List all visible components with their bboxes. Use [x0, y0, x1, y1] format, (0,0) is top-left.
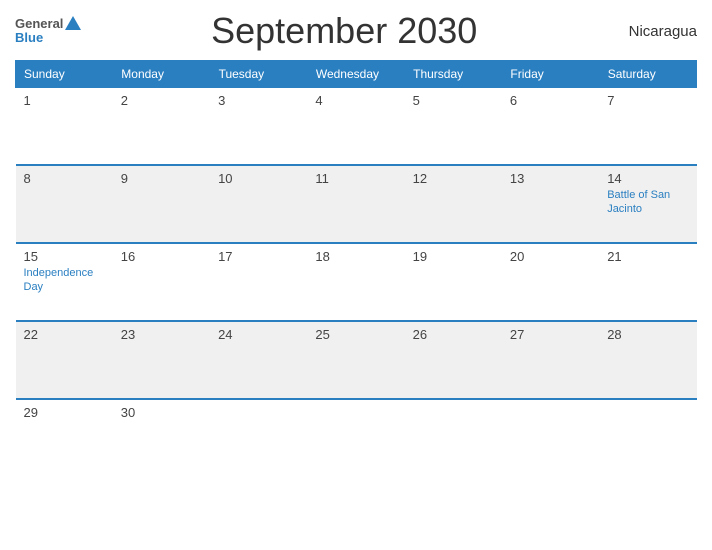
calendar-day-cell: 22: [16, 321, 113, 399]
calendar-day-cell: 26: [405, 321, 502, 399]
calendar-day-cell: [307, 399, 404, 477]
day-number: 23: [121, 327, 202, 342]
day-number: 1: [24, 93, 105, 108]
logo-general-text: General: [15, 17, 63, 31]
calendar-day-cell: 29: [16, 399, 113, 477]
day-number: 2: [121, 93, 202, 108]
calendar-day-cell: 30: [113, 399, 210, 477]
calendar-day-cell: 24: [210, 321, 307, 399]
calendar-grid: Sunday Monday Tuesday Wednesday Thursday…: [15, 60, 697, 477]
calendar-day-cell: 8: [16, 165, 113, 243]
day-number: 12: [413, 171, 494, 186]
col-thursday: Thursday: [405, 61, 502, 87]
day-number: 8: [24, 171, 105, 186]
day-number: 10: [218, 171, 299, 186]
calendar-week-row: 29 30: [16, 399, 697, 477]
day-number: 14: [607, 171, 688, 186]
calendar-week-row: 1 2 3 4 5 6 7: [16, 87, 697, 165]
calendar-day-cell: 21: [599, 243, 696, 321]
day-number: 6: [510, 93, 591, 108]
day-event: Independence Day: [24, 266, 105, 295]
calendar-day-cell: 16: [113, 243, 210, 321]
day-number: 16: [121, 249, 202, 264]
calendar-day-cell: 15 Independence Day: [16, 243, 113, 321]
calendar-week-row: 22 23 24 25 26 27 28: [16, 321, 697, 399]
day-number: 24: [218, 327, 299, 342]
calendar-day-cell: 20: [502, 243, 599, 321]
day-number: 3: [218, 93, 299, 108]
calendar-day-cell: 28: [599, 321, 696, 399]
col-sunday: Sunday: [16, 61, 113, 87]
calendar-day-cell: [405, 399, 502, 477]
day-number: 29: [24, 405, 105, 420]
calendar-week-row: 15 Independence Day 16 17 18 19 20 21: [16, 243, 697, 321]
day-number: 21: [607, 249, 688, 264]
country-label: Nicaragua: [607, 23, 697, 40]
calendar-day-cell: [210, 399, 307, 477]
calendar-day-cell: 18: [307, 243, 404, 321]
day-number: 19: [413, 249, 494, 264]
calendar-day-cell: [599, 399, 696, 477]
day-number: 17: [218, 249, 299, 264]
calendar-day-cell: 5: [405, 87, 502, 165]
calendar-day-cell: 9: [113, 165, 210, 243]
day-number: 30: [121, 405, 202, 420]
calendar-day-cell: [502, 399, 599, 477]
day-number: 25: [315, 327, 396, 342]
day-number: 28: [607, 327, 688, 342]
weekday-header-row: Sunday Monday Tuesday Wednesday Thursday…: [16, 61, 697, 87]
day-number: 18: [315, 249, 396, 264]
calendar-day-cell: 19: [405, 243, 502, 321]
calendar-day-cell: 14 Battle of San Jacinto: [599, 165, 696, 243]
calendar-day-cell: 17: [210, 243, 307, 321]
calendar-container: General Blue September 2030 Nicaragua Su…: [0, 0, 712, 550]
col-friday: Friday: [502, 61, 599, 87]
day-number: 9: [121, 171, 202, 186]
day-number: 22: [24, 327, 105, 342]
calendar-day-cell: 1: [16, 87, 113, 165]
calendar-day-cell: 7: [599, 87, 696, 165]
calendar-title: September 2030: [81, 10, 607, 52]
logo: General Blue: [15, 16, 81, 45]
calendar-day-cell: 12: [405, 165, 502, 243]
day-event: Battle of San Jacinto: [607, 188, 688, 217]
calendar-day-cell: 3: [210, 87, 307, 165]
calendar-header: General Blue September 2030 Nicaragua: [15, 10, 697, 52]
calendar-day-cell: 4: [307, 87, 404, 165]
calendar-day-cell: 25: [307, 321, 404, 399]
calendar-day-cell: 27: [502, 321, 599, 399]
logo-triangle-icon: [65, 16, 81, 30]
day-number: 26: [413, 327, 494, 342]
calendar-week-row: 8 9 10 11 12 13 14 Battle of San Jacinto: [16, 165, 697, 243]
day-number: 5: [413, 93, 494, 108]
day-number: 27: [510, 327, 591, 342]
calendar-day-cell: 2: [113, 87, 210, 165]
logo-blue-text: Blue: [15, 31, 81, 45]
col-monday: Monday: [113, 61, 210, 87]
calendar-day-cell: 6: [502, 87, 599, 165]
day-number: 15: [24, 249, 105, 264]
day-number: 7: [607, 93, 688, 108]
col-saturday: Saturday: [599, 61, 696, 87]
calendar-day-cell: 10: [210, 165, 307, 243]
day-number: 13: [510, 171, 591, 186]
calendar-day-cell: 13: [502, 165, 599, 243]
day-number: 20: [510, 249, 591, 264]
day-number: 11: [315, 171, 396, 186]
calendar-day-cell: 23: [113, 321, 210, 399]
col-wednesday: Wednesday: [307, 61, 404, 87]
col-tuesday: Tuesday: [210, 61, 307, 87]
calendar-day-cell: 11: [307, 165, 404, 243]
day-number: 4: [315, 93, 396, 108]
